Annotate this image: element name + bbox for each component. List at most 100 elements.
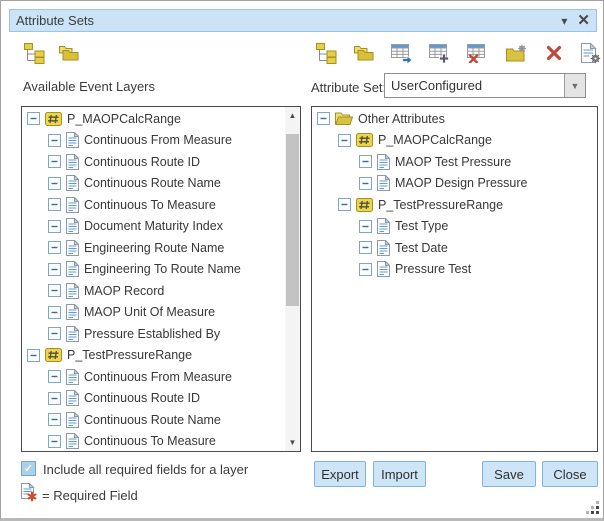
- tree-item[interactable]: Continuous Route Name: [22, 409, 285, 431]
- collapse-toggle-icon[interactable]: [48, 263, 61, 276]
- collapse-toggle-icon[interactable]: [48, 220, 61, 233]
- field-icon: [66, 218, 79, 234]
- collapse-toggle-icon[interactable]: [48, 284, 61, 297]
- field-icon: [66, 197, 79, 213]
- resize-grip[interactable]: [586, 501, 599, 514]
- collapse-toggle-icon[interactable]: [48, 155, 61, 168]
- close-button[interactable]: Close: [542, 461, 598, 487]
- collapse-toggle-icon[interactable]: [48, 370, 61, 383]
- collapse-toggle-icon[interactable]: [27, 112, 40, 125]
- tree-item[interactable]: MAOP Design Pressure: [312, 173, 597, 195]
- tree-item[interactable]: Continuous Route ID: [22, 388, 285, 410]
- tree-item-label: Continuous To Measure: [84, 198, 216, 212]
- available-event-layers-label: Available Event Layers: [23, 79, 155, 94]
- attribute-set-value: UserConfigured: [385, 78, 564, 93]
- tree-item[interactable]: P_MAOPCalcRange: [312, 130, 597, 152]
- tree-item-label: Test Type: [395, 219, 448, 233]
- table-remove-icon[interactable]: [466, 41, 490, 65]
- tree-item[interactable]: Continuous From Measure: [22, 366, 285, 388]
- collapse-toggle-icon[interactable]: [359, 241, 372, 254]
- delete-icon[interactable]: [542, 41, 566, 65]
- field-icon: [66, 412, 79, 428]
- tree-item[interactable]: P_TestPressureRange: [22, 345, 285, 367]
- available-layers-tree: P_MAOPCalcRangeContinuous From MeasureCo…: [22, 108, 285, 451]
- collapse-toggle-icon[interactable]: [359, 155, 372, 168]
- tree-item[interactable]: MAOP Record: [22, 280, 285, 302]
- attribute-set-label: Attribute Set:: [311, 80, 386, 95]
- collapse-toggle-icon[interactable]: [359, 220, 372, 233]
- tree-item[interactable]: Test Type: [312, 216, 597, 238]
- tree-item-label: Pressure Test: [395, 262, 471, 276]
- table-add-icon[interactable]: [428, 41, 452, 65]
- expand-layers-tree-icon[interactable]: [22, 41, 46, 65]
- new-folder-icon[interactable]: [504, 41, 528, 65]
- titlebar[interactable]: Attribute Sets ▾ ✕: [9, 9, 597, 32]
- collapse-toggle-icon[interactable]: [338, 134, 351, 147]
- field-icon: [66, 240, 79, 256]
- collapse-toggle-icon[interactable]: [27, 349, 40, 362]
- collapse-toggle-icon[interactable]: [48, 241, 61, 254]
- collapse-toggle-icon[interactable]: [48, 177, 61, 190]
- scroll-down-icon[interactable]: ▼: [285, 435, 300, 450]
- collapse-toggle-icon[interactable]: [48, 435, 61, 448]
- tree-item[interactable]: Continuous Route ID: [22, 151, 285, 173]
- tree-item[interactable]: Pressure Established By: [22, 323, 285, 345]
- open-folders-icon[interactable]: [352, 41, 376, 65]
- tree-item-label: Engineering To Route Name: [84, 262, 241, 276]
- collapse-toggle-icon[interactable]: [317, 112, 330, 125]
- collapse-toggle-icon[interactable]: [359, 263, 372, 276]
- tree-item-label: P_TestPressureRange: [67, 348, 192, 362]
- scrollbar-thumb[interactable]: [286, 134, 299, 306]
- field-icon: [66, 390, 79, 406]
- include-required-fields-checkbox[interactable]: ✓: [21, 461, 36, 476]
- collapse-toggle-icon[interactable]: [48, 134, 61, 147]
- export-button[interactable]: Export: [314, 461, 366, 487]
- field-icon: [66, 261, 79, 277]
- collapse-toggle-icon[interactable]: [48, 198, 61, 211]
- save-button[interactable]: Save: [482, 461, 536, 487]
- field-icon: [377, 175, 390, 191]
- collapse-toggle-icon[interactable]: [48, 306, 61, 319]
- tree-item[interactable]: Engineering To Route Name: [22, 259, 285, 281]
- tree-item[interactable]: Continuous From Measure: [22, 130, 285, 152]
- close-icon[interactable]: ✕: [577, 13, 590, 28]
- tree-item-label: Continuous From Measure: [84, 133, 232, 147]
- import-button[interactable]: Import: [373, 461, 426, 487]
- event-icon: [45, 348, 62, 362]
- field-icon: [66, 175, 79, 191]
- event-icon: [356, 198, 373, 212]
- tree-item[interactable]: Continuous Route Name: [22, 173, 285, 195]
- attribute-set-combobox[interactable]: UserConfigured ▼: [384, 73, 586, 98]
- collapse-toggle-icon[interactable]: [359, 177, 372, 190]
- vertical-scrollbar[interactable]: ▲ ▼: [285, 107, 300, 451]
- tree-item[interactable]: Engineering Route Name: [22, 237, 285, 259]
- tree-item[interactable]: P_TestPressureRange: [312, 194, 597, 216]
- combobox-dropdown-button[interactable]: ▼: [564, 74, 585, 97]
- field-icon: [66, 369, 79, 385]
- collapse-toggle-icon[interactable]: [48, 327, 61, 340]
- tree-item[interactable]: MAOP Unit Of Measure: [22, 302, 285, 324]
- tree-item[interactable]: Document Maturity Index: [22, 216, 285, 238]
- document-settings-icon[interactable]: [578, 41, 602, 65]
- field-icon: [377, 218, 390, 234]
- collapse-toggle-icon[interactable]: [48, 413, 61, 426]
- required-field-icon: [21, 483, 38, 507]
- expand-attributes-tree-icon[interactable]: [314, 41, 338, 65]
- tree-item[interactable]: Continuous To Measure: [22, 194, 285, 216]
- tree-item[interactable]: Test Date: [312, 237, 597, 259]
- tree-item-label: Test Date: [395, 241, 448, 255]
- available-layers-panel: P_MAOPCalcRangeContinuous From MeasureCo…: [21, 106, 301, 452]
- open-folders-icon[interactable]: [57, 41, 81, 65]
- tree-item-label: P_MAOPCalcRange: [378, 133, 492, 147]
- table-export-icon[interactable]: [390, 41, 414, 65]
- scroll-up-icon[interactable]: ▲: [285, 108, 300, 123]
- collapse-toggle-icon[interactable]: [48, 392, 61, 405]
- tree-item[interactable]: Continuous To Measure: [22, 431, 285, 453]
- tree-item[interactable]: P_MAOPCalcRange: [22, 108, 285, 130]
- field-icon: [377, 154, 390, 170]
- titlebar-menu-caret-icon[interactable]: ▾: [561, 15, 567, 27]
- tree-item[interactable]: Pressure Test: [312, 259, 597, 281]
- collapse-toggle-icon[interactable]: [338, 198, 351, 211]
- tree-item[interactable]: Other Attributes: [312, 108, 597, 130]
- tree-item[interactable]: MAOP Test Pressure: [312, 151, 597, 173]
